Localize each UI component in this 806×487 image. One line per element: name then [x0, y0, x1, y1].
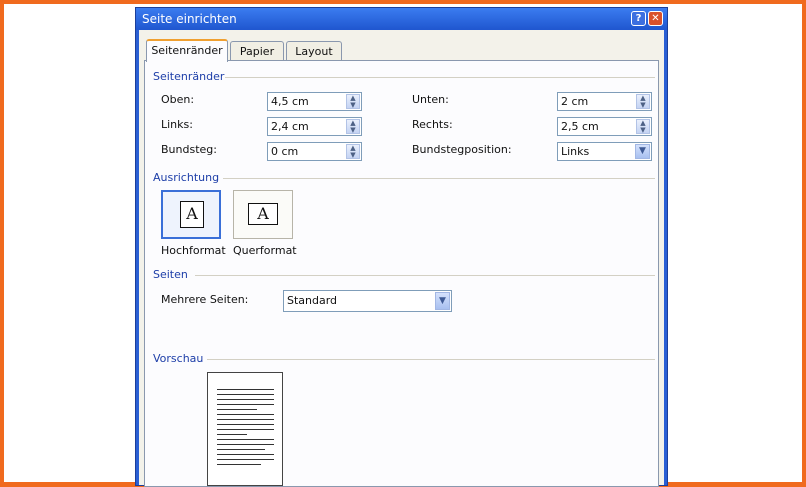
label-bottom-text: Unten:: [412, 93, 449, 106]
label-landscape: Querformat: [233, 244, 297, 257]
portrait-button[interactable]: A: [161, 190, 221, 239]
label-top: Oben:: [161, 93, 194, 106]
group-label-preview: Vorschau: [153, 352, 204, 365]
label-top-text: Oben:: [161, 93, 195, 106]
gutter-position-value: Links: [561, 145, 590, 158]
top-margin-spinner[interactable]: 4,5 cm ▲ ▼: [267, 92, 362, 111]
bottom-margin-spinner[interactable]: 2 cm ▲ ▼: [557, 92, 652, 111]
spin-arrows-icon[interactable]: ▲ ▼: [346, 94, 360, 109]
spin-arrows-icon[interactable]: ▲ ▼: [636, 94, 650, 109]
label-bottom: Unten:: [412, 93, 449, 106]
tab-paper[interactable]: Papier: [230, 41, 284, 60]
spin-arrows-icon[interactable]: ▲ ▼: [636, 119, 650, 134]
preview-text-line: [217, 444, 274, 445]
preview-text-line: [217, 404, 274, 405]
preview-text-line: [217, 414, 274, 415]
group-divider: [207, 359, 655, 360]
group-divider: [223, 178, 655, 179]
preview-text-line: [217, 389, 274, 390]
group-label-orientation: Ausrichtung: [153, 171, 220, 184]
left-margin-value: 2,4 cm: [271, 120, 309, 133]
gutter-position-select[interactable]: Links ▼: [557, 142, 652, 161]
right-margin-spinner[interactable]: 2,5 cm ▲ ▼: [557, 117, 652, 136]
landscape-button[interactable]: A: [233, 190, 293, 239]
label-left-text: Links:: [161, 118, 193, 131]
preview-text-line: [217, 434, 247, 435]
label-gutter-position: Bundstegposition:: [412, 143, 512, 156]
spin-arrows-icon[interactable]: ▲ ▼: [346, 119, 360, 134]
chevron-down-icon[interactable]: ▼: [435, 292, 450, 310]
close-button[interactable]: ✕: [648, 11, 663, 26]
preview-text-line: [217, 399, 274, 400]
preview-text-line: [217, 449, 265, 450]
group-divider: [195, 275, 655, 276]
dialog-title: Seite einrichten: [142, 12, 237, 26]
multiple-pages-value: Standard: [287, 294, 338, 307]
label-right: Rechts:: [412, 118, 453, 131]
preview-text-line: [217, 464, 261, 465]
top-margin-value: 4,5 cm: [271, 95, 309, 108]
tab-layout[interactable]: Layout: [286, 41, 342, 60]
chevron-down-icon[interactable]: ▼: [635, 144, 650, 159]
title-bar[interactable]: Seite einrichten ? ✕: [136, 8, 667, 30]
label-right-text: Rechts:: [412, 118, 453, 131]
preview-text-line: [217, 424, 274, 425]
preview-text-line: [217, 459, 274, 460]
label-gutter-text: Bundsteg:: [161, 143, 217, 156]
label-portrait: Hochformat: [161, 244, 226, 257]
group-label-margins: Seitenränder: [153, 70, 225, 83]
group-label-pages: Seiten: [153, 268, 188, 281]
portrait-page-icon: A: [180, 201, 204, 228]
tab-margins[interactable]: Seitenränder: [146, 39, 228, 62]
label-multiple-pages: Mehrere Seiten:: [161, 293, 249, 306]
preview-text-line: [217, 409, 257, 410]
gutter-spinner[interactable]: 0 cm ▲ ▼: [267, 142, 362, 161]
gutter-value: 0 cm: [271, 145, 299, 158]
multiple-pages-select[interactable]: Standard ▼: [283, 290, 452, 312]
label-gutter-position-text: Bundstegposition:: [412, 143, 512, 156]
right-margin-value: 2,5 cm: [561, 120, 599, 133]
preview-text-line: [217, 394, 274, 395]
preview-page-thumbnail: [207, 372, 283, 486]
preview-text-line: [217, 429, 274, 430]
preview-text-line: [217, 439, 274, 440]
preview-text-line: [217, 419, 274, 420]
label-gutter: Bundsteg:: [161, 143, 217, 156]
left-margin-spinner[interactable]: 2,4 cm ▲ ▼: [267, 117, 362, 136]
preview-text-line: [217, 454, 274, 455]
spin-arrows-icon[interactable]: ▲ ▼: [346, 144, 360, 159]
bottom-margin-value: 2 cm: [561, 95, 589, 108]
label-left: Links:: [161, 118, 193, 131]
landscape-page-icon: A: [248, 203, 278, 225]
help-button[interactable]: ?: [631, 11, 646, 26]
group-divider: [225, 77, 655, 78]
